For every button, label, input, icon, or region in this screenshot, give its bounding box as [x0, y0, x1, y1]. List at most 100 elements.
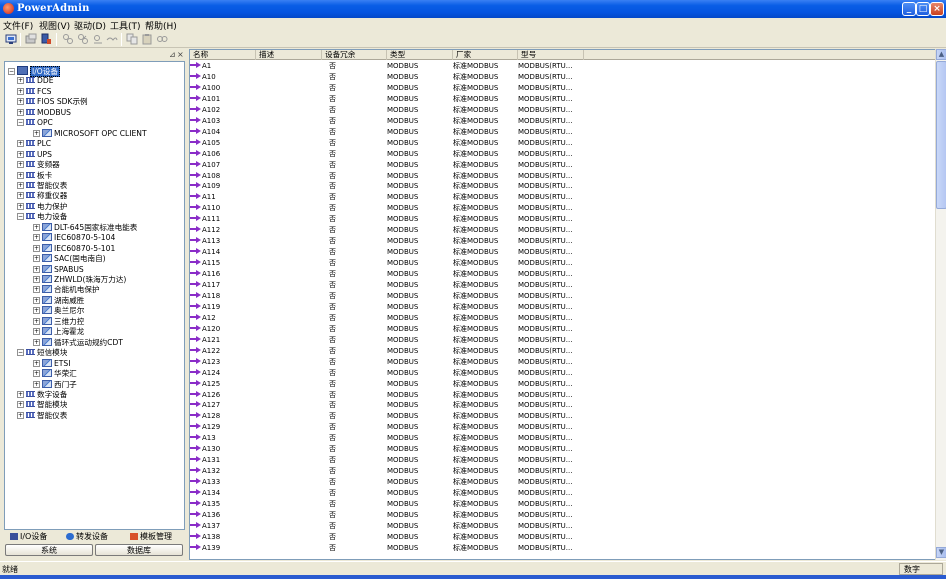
tree-node[interactable]: + 电力保护 — [17, 202, 67, 212]
tab-template-manager[interactable]: 模板管理 — [128, 530, 172, 543]
expand-icon[interactable]: + — [33, 234, 40, 242]
expand-icon[interactable]: + — [17, 202, 24, 210]
scroll-thumb[interactable] — [936, 61, 946, 209]
expand-icon[interactable]: + — [17, 390, 24, 398]
tree-node[interactable]: + MODBUS — [17, 108, 71, 118]
expand-icon[interactable]: + — [17, 77, 24, 85]
expand-icon[interactable]: + — [17, 181, 24, 189]
table-row[interactable]: A109 否 MODBUS 标准MODBUS MODBUS(RTU... — [190, 181, 935, 192]
expand-icon[interactable]: + — [33, 223, 40, 231]
tree-node[interactable]: + 数字设备 — [17, 390, 67, 400]
find-icon[interactable] — [156, 33, 168, 45]
table-row[interactable]: A106 否 MODBUS 标准MODBUS MODBUS(RTU... — [190, 149, 935, 160]
tree-node[interactable]: + 上海霍龙 — [33, 327, 84, 337]
expand-icon[interactable]: + — [33, 244, 40, 252]
table-row[interactable]: A107 否 MODBUS 标准MODBUS MODBUS(RTU... — [190, 160, 935, 171]
table-row[interactable]: A13 否 MODBUS 标准MODBUS MODBUS(RTU... — [190, 433, 935, 444]
tree-node[interactable]: + 板卡 — [17, 171, 52, 181]
tree-node[interactable]: + ZHWLD(珠海万力达) — [33, 275, 126, 285]
expand-icon[interactable]: + — [17, 87, 24, 95]
table-row[interactable]: A100 否 MODBUS 标准MODBUS MODBUS(RTU... — [190, 83, 935, 94]
collapse-icon[interactable]: − — [17, 119, 24, 127]
tab-io-devices[interactable]: I/O设备 — [8, 530, 47, 543]
table-row[interactable]: A113 否 MODBUS 标准MODBUS MODBUS(RTU... — [190, 236, 935, 247]
tree-node[interactable]: + 循环式运动规约CDT — [33, 337, 123, 348]
table-row[interactable]: A119 否 MODBUS 标准MODBUS MODBUS(RTU... — [190, 302, 935, 313]
column-header[interactable]: 类型 — [387, 50, 453, 60]
tree-node[interactable]: + FCS — [17, 87, 52, 97]
tree-node[interactable]: + 称重仪器 — [17, 191, 67, 201]
tree-node[interactable]: + 智能仪表 — [17, 181, 67, 191]
device-add-icon[interactable] — [40, 33, 52, 45]
table-row[interactable]: A116 否 MODBUS 标准MODBUS MODBUS(RTU... — [190, 269, 935, 280]
table-row[interactable]: A10 否 MODBUS 标准MODBUS MODBUS(RTU... — [190, 72, 935, 83]
table-row[interactable]: A132 否 MODBUS 标准MODBUS MODBUS(RTU... — [190, 466, 935, 477]
tree-node[interactable]: − I/O设备 — [8, 66, 60, 77]
table-row[interactable]: A101 否 MODBUS 标准MODBUS MODBUS(RTU... — [190, 94, 935, 105]
tab-system[interactable]: 系统 — [5, 544, 93, 556]
table-row[interactable]: A103 否 MODBUS 标准MODBUS MODBUS(RTU... — [190, 116, 935, 127]
table-row[interactable]: A135 否 MODBUS 标准MODBUS MODBUS(RTU... — [190, 499, 935, 510]
table-row[interactable]: A124 否 MODBUS 标准MODBUS MODBUS(RTU... — [190, 368, 935, 379]
tag-link-icon[interactable] — [106, 33, 118, 45]
tag-copy-icon[interactable] — [77, 33, 89, 45]
table-row[interactable]: A120 否 MODBUS 标准MODBUS MODBUS(RTU... — [190, 324, 935, 335]
column-header[interactable]: 名称 — [190, 50, 256, 60]
table-row[interactable]: A111 否 MODBUS 标准MODBUS MODBUS(RTU... — [190, 214, 935, 225]
collapse-icon[interactable]: − — [8, 68, 15, 75]
table-row[interactable]: A138 否 MODBUS 标准MODBUS MODBUS(RTU... — [190, 532, 935, 543]
table-row[interactable]: A118 否 MODBUS 标准MODBUS MODBUS(RTU... — [190, 291, 935, 302]
expand-icon[interactable]: + — [17, 98, 24, 106]
expand-icon[interactable]: + — [17, 411, 24, 419]
expand-icon[interactable]: + — [33, 296, 40, 304]
tree-node[interactable]: + ETSI — [33, 358, 71, 369]
column-header[interactable]: 设备冗余 — [322, 50, 387, 60]
monitor-icon[interactable] — [5, 33, 17, 45]
expand-icon[interactable]: + — [17, 171, 24, 179]
table-row[interactable]: A102 否 MODBUS 标准MODBUS MODBUS(RTU... — [190, 105, 935, 116]
table-row[interactable]: A128 否 MODBUS 标准MODBUS MODBUS(RTU... — [190, 411, 935, 422]
tree-node[interactable]: + 变频器 — [17, 160, 60, 170]
table-row[interactable]: A133 否 MODBUS 标准MODBUS MODBUS(RTU... — [190, 477, 935, 488]
tree-node[interactable]: + DLT-645国家标准电能表 — [33, 222, 137, 233]
table-row[interactable]: A131 否 MODBUS 标准MODBUS MODBUS(RTU... — [190, 455, 935, 466]
tree-node[interactable]: + 西门子 — [33, 379, 77, 390]
tree-node[interactable]: + 三维力控 — [33, 316, 84, 327]
table-row[interactable]: A125 否 MODBUS 标准MODBUS MODBUS(RTU... — [190, 379, 935, 390]
scroll-down-icon[interactable]: ▼ — [936, 547, 946, 558]
expand-icon[interactable]: + — [33, 276, 40, 283]
table-row[interactable]: A12 否 MODBUS 标准MODBUS MODBUS(RTU... — [190, 313, 935, 324]
tree-node[interactable]: + IEC60870-5-101 — [33, 243, 115, 254]
close-button[interactable]: × — [930, 2, 944, 16]
column-header[interactable]: 型号 — [518, 50, 584, 60]
expand-icon[interactable]: + — [17, 401, 24, 409]
tree-node[interactable]: + 合能机电保护 — [33, 285, 100, 295]
table-row[interactable]: A110 否 MODBUS 标准MODBUS MODBUS(RTU... — [190, 203, 935, 214]
table-row[interactable]: A134 否 MODBUS 标准MODBUS MODBUS(RTU... — [190, 488, 935, 499]
device-tree[interactable]: − I/O设备 + DDE + FCS + FIOS SDK示例 + MODBUS − OPC + MIC… — [4, 61, 185, 530]
table-row[interactable]: A104 否 MODBUS 标准MODBUS MODBUS(RTU... — [190, 127, 935, 138]
collapse-icon[interactable]: − — [17, 213, 24, 221]
table-row[interactable]: A105 否 MODBUS 标准MODBUS MODBUS(RTU... — [190, 138, 935, 149]
expand-icon[interactable]: + — [17, 150, 24, 158]
table-row[interactable]: A137 否 MODBUS 标准MODBUS MODBUS(RTU... — [190, 521, 935, 532]
tree-node[interactable]: + UPS — [17, 150, 52, 160]
tree-node[interactable]: + 智能仪表 — [17, 411, 67, 421]
expand-icon[interactable]: + — [33, 380, 40, 388]
tree-node[interactable]: − 电力设备 — [17, 212, 67, 222]
tab-database[interactable]: 数据库 — [95, 544, 183, 556]
tree-node[interactable]: + SPABUS — [33, 264, 84, 275]
expand-icon[interactable]: + — [17, 140, 24, 148]
column-header[interactable]: 描述 — [256, 50, 322, 60]
table-row[interactable]: A117 否 MODBUS 标准MODBUS MODBUS(RTU... — [190, 280, 935, 291]
table-row[interactable]: A129 否 MODBUS 标准MODBUS MODBUS(RTU... — [190, 422, 935, 433]
column-header[interactable]: 厂家 — [453, 50, 518, 60]
paste-icon[interactable] — [141, 33, 153, 45]
panel-close-icon[interactable]: × — [177, 50, 185, 59]
table-row[interactable]: A121 否 MODBUS 标准MODBUS MODBUS(RTU... — [190, 335, 935, 346]
expand-icon[interactable]: + — [33, 265, 40, 273]
table-row[interactable]: A122 否 MODBUS 标准MODBUS MODBUS(RTU... — [190, 346, 935, 357]
tag-add-icon[interactable] — [62, 33, 74, 45]
tree-node[interactable]: + 智能模块 — [17, 400, 67, 410]
expand-icon[interactable]: + — [33, 317, 40, 325]
